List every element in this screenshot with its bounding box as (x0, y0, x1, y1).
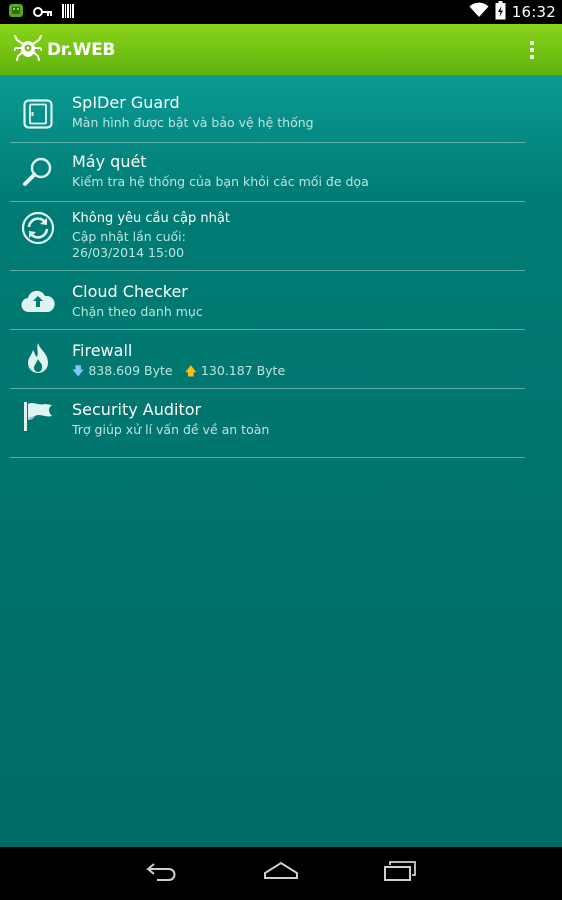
list-item-cloud-checker[interactable]: Cloud Checker Chặn theo danh mục (10, 271, 525, 330)
upload-bytes: 130.187 Byte (200, 363, 286, 378)
item-title: Máy quét (72, 152, 147, 171)
back-button[interactable] (144, 860, 180, 886)
home-icon (263, 861, 299, 885)
item-subtitle: Màn hình được bật và bảo vệ hệ thống (72, 115, 314, 130)
item-subtitle: Kiểm tra hệ thống của bạn khỏi các mối đ… (72, 174, 369, 189)
key-icon (33, 3, 53, 22)
overflow-menu-button[interactable] (522, 36, 542, 64)
overflow-dot (530, 48, 534, 52)
item-title: Cloud Checker (72, 282, 188, 301)
item-title: SpIDer Guard (72, 93, 180, 112)
status-bar: 16:32 (0, 0, 562, 24)
item-title: Không yêu cầu cập nhật (72, 211, 230, 226)
back-icon (145, 861, 179, 885)
app-logo: Dr.WEB (13, 35, 116, 65)
traffic-stats: 🡇 838.609 Byte 🡅 130.187 Byte (72, 363, 521, 378)
wifi-icon (469, 2, 489, 22)
app-name: Dr.WEB (47, 40, 116, 60)
list-item-scanner[interactable]: Máy quét Kiểm tra hệ thống của bạn khỏi … (10, 143, 525, 202)
main-content: SpIDer Guard Màn hình được bật và bảo vệ… (0, 76, 562, 847)
spider-logo-icon (13, 35, 43, 65)
home-button[interactable] (262, 860, 300, 886)
upload-arrow-icon: 🡅 (184, 363, 197, 378)
list-item-spider-guard[interactable]: SpIDer Guard Màn hình được bật và bảo vệ… (10, 85, 525, 143)
clock: 16:32 (511, 3, 556, 21)
list-item-security-auditor[interactable]: Security Auditor Trợ giúp xử lí vấn đề v… (10, 389, 525, 458)
item-subtitle: Chặn theo danh mục (72, 304, 203, 319)
download-arrow-icon: 🡇 (72, 363, 85, 378)
recent-apps-icon (383, 860, 417, 886)
cloud-icon (20, 283, 56, 319)
action-bar: Dr.WEB (0, 24, 562, 76)
item-subtitle-line1: Cập nhật lần cuối: (72, 229, 186, 244)
shield-door-icon (20, 96, 56, 132)
item-subtitle: Trợ giúp xử lí vấn đề về an toàn (72, 422, 270, 437)
barcode-icon (62, 3, 74, 22)
list-item-firewall[interactable]: Firewall 🡇 838.609 Byte 🡅 130.187 Byte (10, 330, 525, 389)
android-notification-icon (8, 2, 24, 22)
flag-icon (20, 398, 56, 434)
magnifier-icon (20, 154, 56, 190)
navigation-bar (0, 847, 562, 900)
overflow-dot (530, 55, 534, 59)
list-item-update[interactable]: Không yêu cầu cập nhật Cập nhật lần cuối… (10, 202, 525, 271)
download-bytes: 838.609 Byte (88, 363, 173, 378)
flame-icon (20, 341, 56, 377)
item-title: Security Auditor (72, 400, 202, 419)
item-subtitle-line2: 26/03/2014 15:00 (72, 245, 185, 260)
battery-icon (495, 0, 506, 24)
feature-list: SpIDer Guard Màn hình được bật và bảo vệ… (10, 85, 525, 458)
update-sync-icon (20, 210, 56, 246)
recent-apps-button[interactable] (382, 860, 418, 886)
overflow-dot (530, 41, 534, 45)
item-title: Firewall (72, 341, 133, 360)
